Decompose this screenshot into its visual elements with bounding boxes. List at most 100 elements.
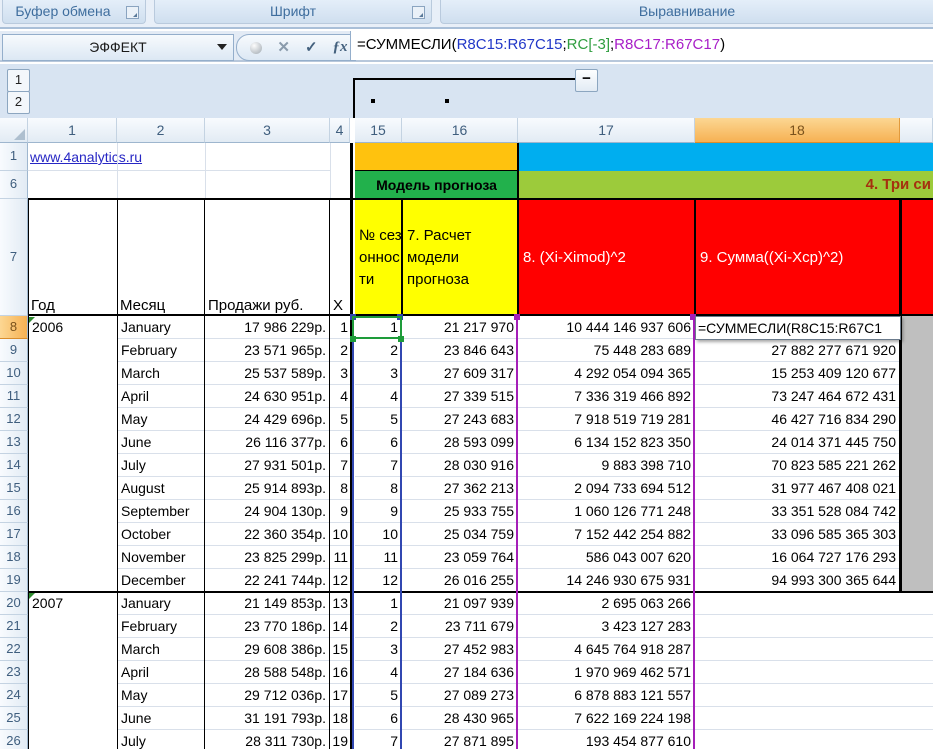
cell-r7-season[interactable]: № сезонности (355, 199, 402, 316)
cell-r20-year[interactable]: 2007 (28, 592, 117, 615)
cell-r11-sq[interactable]: 7 336 319 466 892 (518, 385, 695, 408)
cell-r11-month[interactable]: April (117, 385, 205, 408)
cell-r7-x[interactable]: X (330, 199, 350, 316)
cell-r18-season[interactable]: 11 (355, 546, 402, 569)
row-header-10[interactable]: 10 (0, 362, 28, 385)
cell-r12-year[interactable] (28, 408, 117, 431)
cell-r22-sq[interactable]: 4 645 764 918 287 (518, 638, 695, 661)
cell-r19-x[interactable]: 12 (330, 569, 350, 592)
cell-r15-sum[interactable]: 31 977 467 408 021 (695, 477, 900, 500)
cell-r17-sum[interactable]: 33 096 585 365 303 (695, 523, 900, 546)
cell-r15-x[interactable]: 8 (330, 477, 350, 500)
cell-r20-sales[interactable]: 21 149 853р. (205, 592, 330, 615)
cell-r16-sales[interactable]: 24 904 130р. (205, 500, 330, 523)
cell-r17-month[interactable]: October (117, 523, 205, 546)
cell-r19-sales[interactable]: 22 241 744р. (205, 569, 330, 592)
cell-r8-x[interactable]: 1 (330, 316, 350, 339)
cell-r22-sum[interactable] (695, 638, 900, 661)
row-header-21[interactable]: 21 (0, 615, 28, 638)
cell-r9-x[interactable]: 2 (330, 339, 350, 362)
cell-r17-year[interactable] (28, 523, 117, 546)
cell-r7-model[interactable]: 7. Расчет модели прогноза (402, 199, 518, 316)
cell-r8-sales[interactable]: 17 986 229р. (205, 316, 330, 339)
cell-r14-sales[interactable]: 27 931 501р. (205, 454, 330, 477)
cell-r23-sq[interactable]: 1 970 969 462 571 (518, 661, 695, 684)
cell-r9-sales[interactable]: 23 571 965р. (205, 339, 330, 362)
cell-r19-model[interactable]: 26 016 255 (402, 569, 518, 592)
dialog-launcher-icon[interactable] (126, 6, 139, 19)
cell-r13-year[interactable] (28, 431, 117, 454)
cell-r9-sum[interactable]: 27 882 277 671 920 (695, 339, 900, 362)
cell-r19-sq[interactable]: 14 246 930 675 931 (518, 569, 695, 592)
cell-r23-sum[interactable] (695, 661, 900, 684)
cell-r16-year[interactable] (28, 500, 117, 523)
cell-r13-sales[interactable]: 26 116 377р. (205, 431, 330, 454)
cell-r25-sq[interactable]: 7 622 169 224 198 (518, 707, 695, 730)
cell-r21-model[interactable]: 23 711 679 (402, 615, 518, 638)
cell-r15-month[interactable]: August (117, 477, 205, 500)
cell-r22-month[interactable]: March (117, 638, 205, 661)
row-header-16[interactable]: 16 (0, 500, 28, 523)
cell-r25-x[interactable]: 18 (330, 707, 350, 730)
cell-r1-cyan-band[interactable] (518, 143, 933, 171)
cell-r23-c19[interactable] (900, 661, 933, 684)
cell-r18-sum[interactable]: 16 064 727 176 293 (695, 546, 900, 569)
cell-r25-month[interactable]: June (117, 707, 205, 730)
cell-r21-year[interactable] (28, 615, 117, 638)
cell-r23-season[interactable]: 4 (355, 661, 402, 684)
cell-r24-month[interactable]: May (117, 684, 205, 707)
cell-r23-x[interactable]: 16 (330, 661, 350, 684)
dialog-launcher-icon[interactable] (412, 6, 425, 19)
cell-r10-model[interactable]: 27 609 317 (402, 362, 518, 385)
cell-r12-model[interactable]: 27 243 683 (402, 408, 518, 431)
cell-r23-sales[interactable]: 28 588 548р. (205, 661, 330, 684)
cell-r13-sum[interactable]: 24 014 371 445 750 (695, 431, 900, 454)
cell-r18-model[interactable]: 23 059 764 (402, 546, 518, 569)
cell-r17-sales[interactable]: 22 360 354р. (205, 523, 330, 546)
cell-r22-model[interactable]: 27 452 983 (402, 638, 518, 661)
cell-r16-month[interactable]: September (117, 500, 205, 523)
row-header-11[interactable]: 11 (0, 385, 28, 408)
cell-r21-sales[interactable]: 23 770 186р. (205, 615, 330, 638)
row-header-12[interactable]: 12 (0, 408, 28, 431)
row-header-13[interactable]: 13 (0, 431, 28, 454)
cell-r10-sq[interactable]: 4 292 054 094 365 (518, 362, 695, 385)
select-all-corner[interactable] (0, 118, 28, 143)
cell-r6[interactable] (117, 171, 206, 199)
column-header-partial[interactable] (900, 118, 933, 143)
cell-r10-season[interactable]: 3 (355, 362, 402, 385)
cell-r23-year[interactable] (28, 661, 117, 684)
cell-r22-season[interactable]: 3 (355, 638, 402, 661)
cell-r1[interactable] (205, 143, 331, 171)
cell-r25-season[interactable]: 6 (355, 707, 402, 730)
cell-r16-x[interactable]: 9 (330, 500, 350, 523)
row-header-26[interactable]: 26 (0, 730, 28, 749)
cell-r25-sales[interactable]: 31 191 793р. (205, 707, 330, 730)
column-header-1[interactable]: 1 (28, 118, 117, 143)
insert-function-icon[interactable]: ƒx (332, 36, 347, 59)
cell-r19-month[interactable]: December (117, 569, 205, 592)
cell-r20-sq[interactable]: 2 695 063 266 (518, 592, 695, 615)
cell-r18-x[interactable]: 11 (330, 546, 350, 569)
cell-r7-sales[interactable]: Продажи руб. (205, 199, 330, 316)
row-header-25[interactable]: 25 (0, 707, 28, 730)
cell-r24-year[interactable] (28, 684, 117, 707)
row-header-24[interactable]: 24 (0, 684, 28, 707)
cell-r19-year[interactable] (28, 569, 117, 592)
row-header-1[interactable]: 1 (0, 143, 28, 171)
cell-r13-x[interactable]: 6 (330, 431, 350, 454)
name-box[interactable]: ЭФФЕКТ (2, 34, 234, 61)
cell-r17-model[interactable]: 25 034 759 (402, 523, 518, 546)
website-hyperlink[interactable]: www.4analytics.ru (30, 149, 142, 165)
cell-r10-year[interactable] (28, 362, 117, 385)
cell-r10-x[interactable]: 3 (330, 362, 350, 385)
cell-r9-year[interactable] (28, 339, 117, 362)
cell-r23-month[interactable]: April (117, 661, 205, 684)
column-header-15[interactable]: 15 (355, 118, 402, 143)
cell-r21-c19[interactable] (900, 615, 933, 638)
cell-r16-sum[interactable]: 33 351 528 084 742 (695, 500, 900, 523)
cell-r26-month[interactable]: July (117, 730, 205, 749)
cell-r26-year[interactable] (28, 730, 117, 749)
cell-r24-sum[interactable] (695, 684, 900, 707)
cell-r24-model[interactable]: 27 089 273 (402, 684, 518, 707)
